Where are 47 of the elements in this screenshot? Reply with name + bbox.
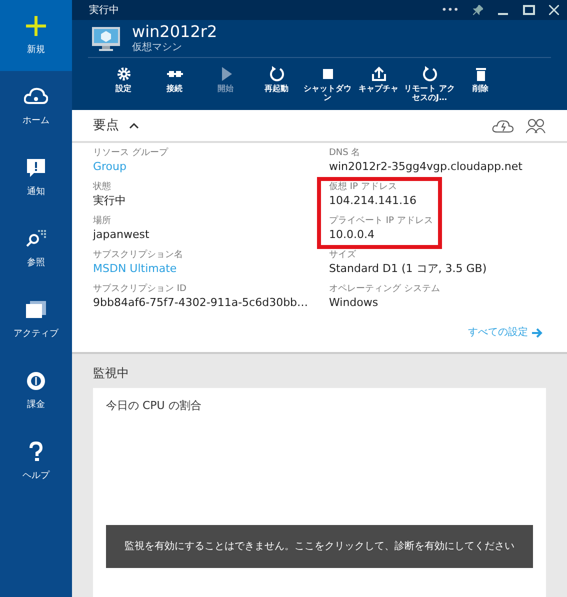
- maximize-icon[interactable]: [523, 5, 535, 15]
- command-button[interactable]: 設定: [98, 66, 149, 94]
- command-button[interactable]: 接続: [149, 66, 200, 94]
- field-value: Standard D1 (1 コア, 3.5 GB): [329, 261, 487, 276]
- vm-title: win2012r2: [132, 22, 218, 42]
- enable-diagnostics-banner[interactable]: 監視を有効にすることはできません。ここをクリックして、診断を有効にしてください: [106, 524, 533, 568]
- pin-icon[interactable]: [473, 5, 483, 15]
- chevron-icon[interactable]: [129, 122, 139, 130]
- arrow-icon: [532, 328, 543, 338]
- more-icon[interactable]: •••: [441, 2, 459, 18]
- field-label: プライベート IP アドレス: [329, 215, 433, 227]
- restart-icon: [422, 66, 438, 82]
- section-title: 要点: [93, 116, 119, 135]
- command-button[interactable]: 削除: [455, 66, 506, 94]
- users-icon[interactable]: [526, 118, 546, 134]
- field-label: 場所: [93, 215, 111, 227]
- sidebar-item[interactable]: 新規: [0, 0, 72, 71]
- field-label: リソース グループ: [93, 147, 168, 159]
- cloud-icon[interactable]: [492, 118, 514, 134]
- field-label: サブスクリプション名: [93, 249, 183, 261]
- command-button[interactable]: シャットダウン: [302, 66, 353, 102]
- field-value: 9bb84af6-75f7-4302-911a-5c6d30bb…: [93, 295, 308, 310]
- field-label: 状態: [93, 181, 111, 193]
- field-value: 10.0.0.4: [329, 227, 374, 242]
- field-label: 仮想 IP アドレス: [329, 181, 397, 193]
- upload-icon: [370, 66, 386, 82]
- field-value: 104.214.141.16: [329, 193, 416, 208]
- command-button[interactable]: キャプチャ: [353, 66, 404, 94]
- status-text: 実行中: [89, 4, 119, 18]
- vm-subtitle: 仮想マシン: [132, 42, 183, 55]
- card-title: 今日の CPU の割合: [106, 398, 202, 414]
- field-label: オペレーティング システム: [329, 283, 440, 295]
- command-button[interactable]: リモート アクセスのJ…: [404, 66, 455, 102]
- field-value: japanwest: [93, 227, 150, 242]
- section-title: 監視中: [93, 365, 130, 382]
- field-value: Windows: [329, 295, 378, 310]
- gear-icon: [116, 66, 132, 82]
- field-value: win2012r2-35gg4vgp.cloudapp.net: [329, 159, 522, 174]
- field-label: サイズ: [329, 249, 356, 261]
- monitor-icon: [92, 26, 120, 50]
- command-button[interactable]: 再起動: [251, 66, 302, 94]
- restart-icon: [268, 66, 284, 82]
- field-value: 実行中: [93, 193, 126, 208]
- plus-icon: [24, 14, 48, 38]
- field-label: サブスクリプション ID: [93, 283, 186, 295]
- field-label: DNS 名: [329, 147, 360, 159]
- close-icon[interactable]: [549, 5, 559, 15]
